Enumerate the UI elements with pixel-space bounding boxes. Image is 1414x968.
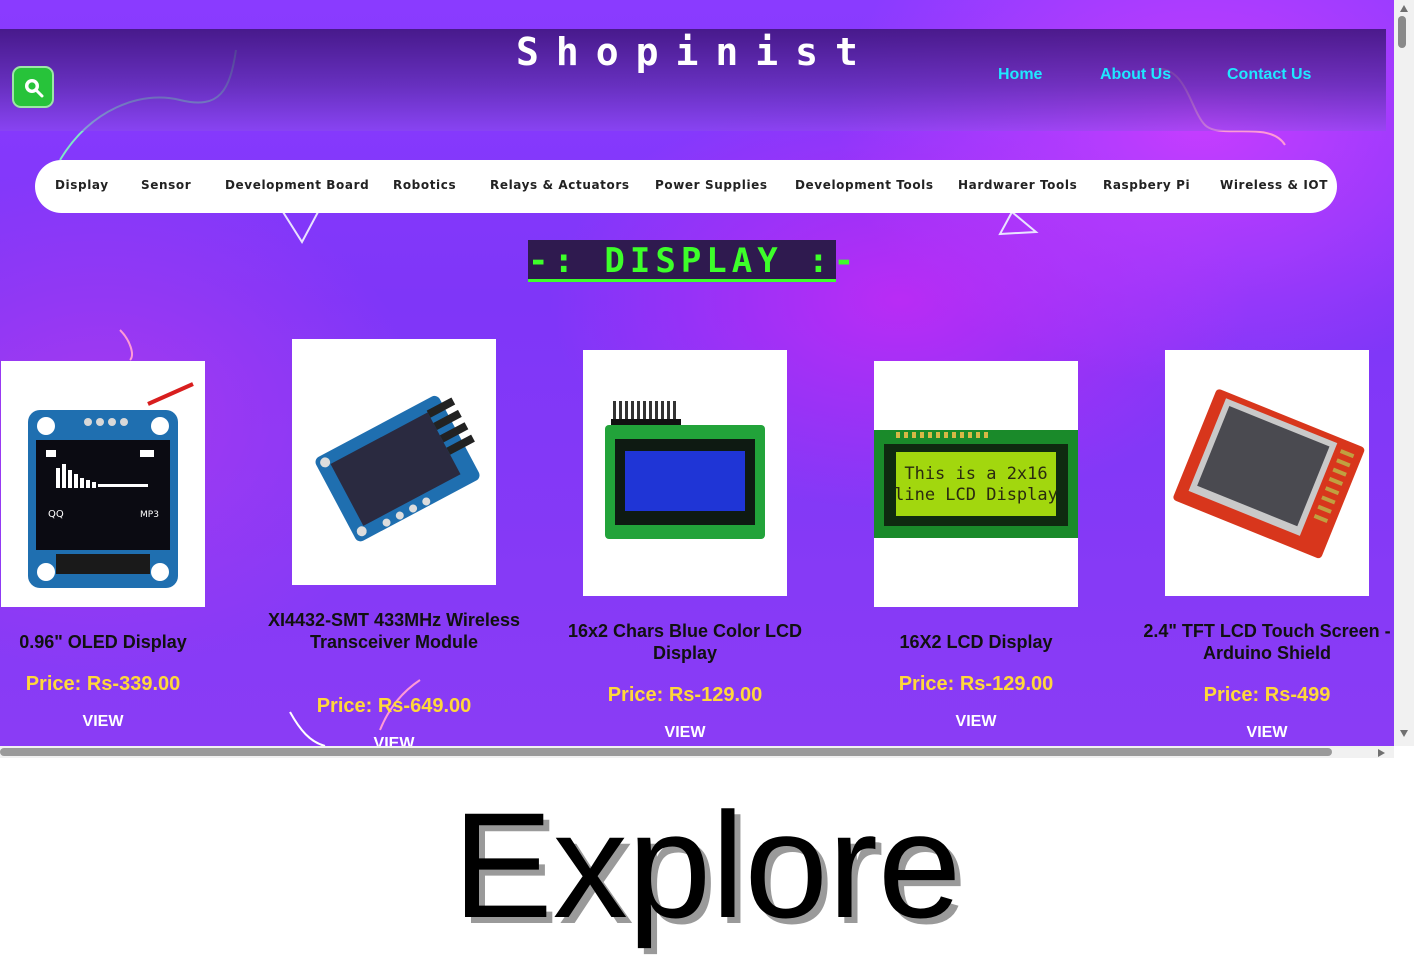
- product-price: Price: Rs-129.00: [607, 684, 763, 706]
- category-power-supplies[interactable]: Power Supplies: [655, 178, 768, 192]
- green-lcd-image: This is a 2x16 line LCD Display: [874, 430, 1078, 538]
- product-name[interactable]: XI4432-SMT 433MHz Wireless Transceiver M…: [264, 609, 524, 653]
- transceiver-module-image: [315, 395, 480, 542]
- product-view-link[interactable]: VIEW: [1137, 724, 1394, 742]
- product-image-xi4432[interactable]: [292, 339, 496, 585]
- product-image-tft[interactable]: [1165, 350, 1369, 596]
- product-view-link[interactable]: VIEW: [555, 724, 815, 742]
- oled-label-qq: QQ: [48, 509, 64, 520]
- scroll-up-icon: [1400, 5, 1408, 12]
- product-view-link[interactable]: VIEW: [846, 713, 1106, 731]
- oled-label-mp3: MP3: [140, 510, 159, 520]
- product-image-blue-lcd[interactable]: [583, 350, 787, 596]
- scroll-right-icon: [1378, 749, 1385, 757]
- product-view-link[interactable]: VIEW: [264, 735, 524, 746]
- site-title: Shopinist: [516, 30, 875, 74]
- nav-contact-link[interactable]: Contact Us: [1227, 66, 1311, 84]
- product-price: Price: Rs-649.00: [316, 695, 472, 717]
- product-name[interactable]: 2.4" TFT LCD Touch Screen - Arduino Shie…: [1137, 620, 1394, 664]
- category-robotics[interactable]: Robotics: [393, 178, 456, 192]
- search-button[interactable]: [12, 66, 54, 108]
- category-raspberry-pi[interactable]: Raspbery Pi: [1103, 178, 1190, 192]
- vertical-scrollbar[interactable]: [1394, 0, 1414, 746]
- scroll-down-icon: [1400, 730, 1408, 737]
- product-view-link[interactable]: VIEW: [0, 713, 233, 731]
- nav-home-link[interactable]: Home: [998, 66, 1042, 84]
- oled-display-image: QQ MP3: [28, 382, 194, 588]
- product-price: Price: Rs-129.00: [898, 673, 1054, 695]
- category-hardware-tools[interactable]: Hardwarer Tools: [958, 178, 1077, 192]
- vertical-scroll-thumb[interactable]: [1398, 16, 1406, 48]
- product-image-oled[interactable]: QQ MP3: [1, 361, 205, 607]
- scrollbar-arrows: [1400, 5, 1408, 737]
- blue-lcd-image: [605, 401, 765, 539]
- product-name[interactable]: 0.96" OLED Display: [0, 631, 233, 653]
- product-name[interactable]: 16X2 LCD Display: [846, 631, 1106, 653]
- product-name[interactable]: 16x2 Chars Blue Color LCD Display: [555, 620, 815, 664]
- category-display[interactable]: Display: [55, 178, 109, 192]
- section-title: -: DISPLAY :-: [528, 240, 860, 282]
- category-development-board[interactable]: Development Board: [225, 178, 369, 192]
- lcd-line-1: This is a 2x16: [904, 464, 1047, 484]
- category-sensor[interactable]: Sensor: [141, 178, 191, 192]
- lcd-line-2: line LCD Display: [894, 485, 1058, 505]
- category-relays-actuators[interactable]: Relays & Actuators: [490, 178, 630, 192]
- explore-caption: Explore: [452, 781, 962, 949]
- product-price: Price: Rs-499: [1203, 684, 1331, 706]
- horizontal-scroll-thumb[interactable]: [0, 748, 1332, 756]
- nav-about-link[interactable]: About Us: [1100, 66, 1171, 84]
- tft-shield-image: [1173, 389, 1365, 559]
- category-development-tools[interactable]: Development Tools: [795, 178, 934, 192]
- category-wireless-iot[interactable]: Wireless & IOT: [1220, 178, 1328, 192]
- product-price: Price: Rs-339.00: [25, 673, 181, 695]
- page-viewport: Shopinist Home About Us Contact Us Displ…: [0, 0, 1394, 746]
- search-icon: [25, 79, 44, 98]
- product-image-16x2-lcd[interactable]: This is a 2x16 line LCD Display: [874, 361, 1078, 607]
